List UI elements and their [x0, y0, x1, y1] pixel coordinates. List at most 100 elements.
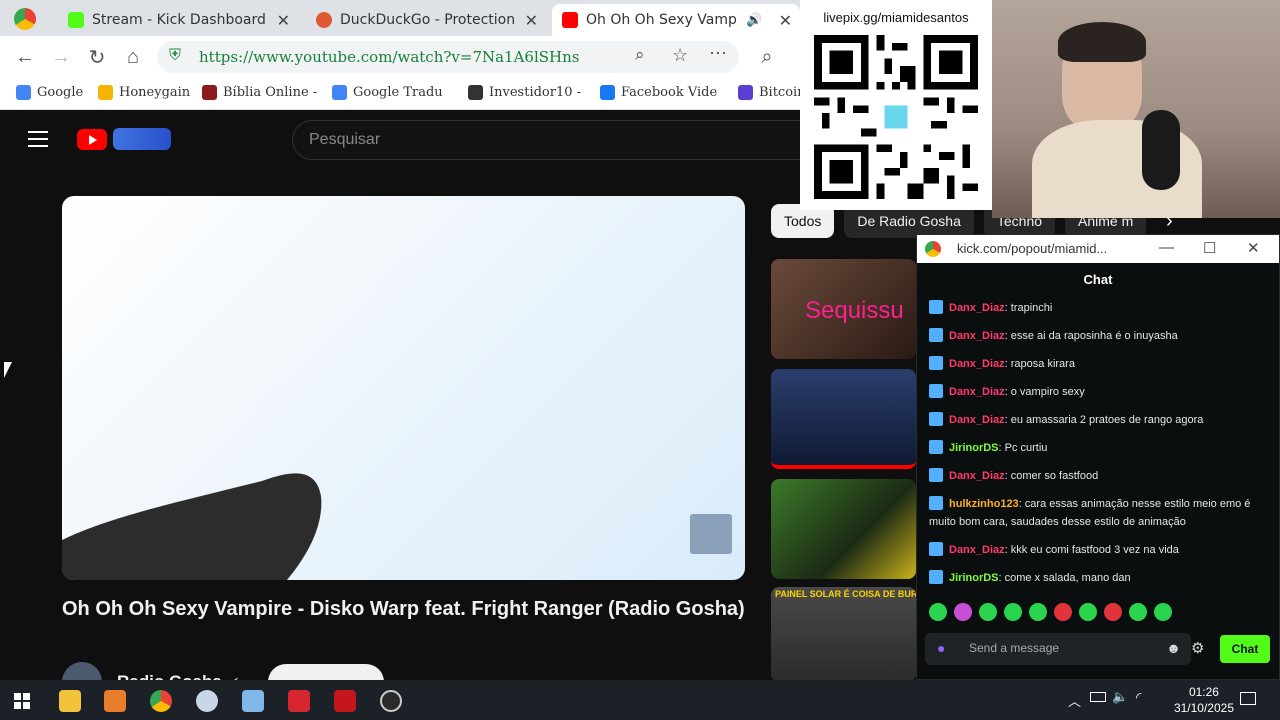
chat-username[interactable]: JirinorDS: [949, 442, 999, 454]
volume-icon[interactable]: 🔈: [1112, 689, 1128, 705]
zoom-icon[interactable]: ⌕: [635, 45, 645, 65]
chat-text: : kkk eu comi fastfood 3 vez na vida: [1004, 544, 1179, 556]
close-icon[interactable]: ✕: [269, 11, 298, 30]
address-bar[interactable]: ⛨ https://www.youtube.com/watch?v=7Na1A6…: [157, 41, 739, 73]
chat-message-input[interactable]: ● Send a message ☻: [925, 633, 1191, 665]
search-icon[interactable]: ⌕: [754, 44, 780, 70]
home-icon[interactable]: ⌂: [120, 44, 146, 70]
star-icon[interactable]: ☆: [672, 45, 688, 66]
emote-icon[interactable]: [1004, 603, 1022, 621]
bookmark-facebook[interactable]: Facebook Vide: [600, 85, 717, 100]
chat-username[interactable]: Danx_Diaz: [949, 330, 1005, 342]
chat-username[interactable]: Danx_Diaz: [949, 544, 1005, 556]
chat-username[interactable]: Danx_Diaz: [949, 470, 1005, 482]
browser-logo-icon[interactable]: [14, 8, 36, 30]
thumbnail-1[interactable]: Sequissu: [771, 259, 916, 359]
minimize-icon[interactable]: —: [1159, 239, 1174, 256]
close-icon[interactable]: ✕: [771, 11, 800, 30]
emote-icon[interactable]: [929, 603, 947, 621]
maximize-icon[interactable]: ☐: [1203, 239, 1216, 257]
chat-username[interactable]: Danx_Diaz: [949, 358, 1005, 370]
close-icon[interactable]: ✕: [1247, 239, 1260, 257]
bookmark-honeygain[interactable]: Honeygain: [98, 85, 190, 100]
chat-username[interactable]: JirinorDS: [949, 572, 999, 584]
emote-icon[interactable]: [1104, 603, 1122, 621]
chat-username[interactable]: Danx_Diaz: [949, 386, 1005, 398]
video-player[interactable]: [62, 196, 745, 580]
bookmark-label: Bíblia Online -: [223, 85, 318, 100]
subscriber-badge-icon: [929, 440, 943, 454]
translate-icon: [332, 85, 347, 100]
bookmark-investidor10[interactable]: Investidor10 -: [468, 85, 581, 100]
bookmark-google-tradutor[interactable]: Google Tradu: [332, 85, 443, 100]
emote-icon[interactable]: [954, 603, 972, 621]
emote-icon[interactable]: [1054, 603, 1072, 621]
subscriber-badge-icon: [929, 542, 943, 556]
obs-icon[interactable]: [380, 690, 402, 712]
settings-gear-icon[interactable]: ⚙: [1191, 639, 1204, 657]
speaker-icon[interactable]: 🔊: [738, 13, 770, 28]
back-icon[interactable]: ←: [12, 44, 38, 70]
emote-icon[interactable]: [1029, 603, 1047, 621]
bookmark-label: Facebook Vide: [621, 85, 718, 100]
chat-message: JirinorDS: come x salada, mano dan: [929, 569, 1269, 587]
menu-dots-icon[interactable]: ⋯: [709, 43, 727, 64]
youtube-header: Pesquisar: [0, 110, 812, 170]
tab-youtube[interactable]: Oh Oh Oh Sexy Vampir 🔊 ✕: [552, 4, 800, 36]
notepad-icon[interactable]: [242, 690, 264, 712]
emote-icon[interactable]: [1129, 603, 1147, 621]
thumbnail-3[interactable]: [771, 479, 916, 579]
browser-toolbar: ← → ↻ ⌂ ⛨ https://www.youtube.com/watch?…: [0, 36, 800, 78]
subscriber-badge-icon: [929, 356, 943, 370]
bookmarks-bar: Google Honeygain Bíblia Online - Google …: [0, 78, 806, 110]
thumbnail-4[interactable]: PAINEL SOLAR É COISA DE BURGUES: [771, 587, 916, 682]
microphone-icon[interactable]: ●: [937, 640, 945, 656]
chat-username[interactable]: hulkzinho123: [949, 498, 1019, 510]
flash-icon[interactable]: [334, 690, 356, 712]
tab-kick-dashboard[interactable]: Stream - Kick Dashboard ✕: [58, 4, 298, 36]
tab-duckduckgo[interactable]: DuckDuckGo - Protection ✕: [306, 4, 546, 36]
doodle-logo-icon[interactable]: [113, 128, 171, 150]
chrome-taskbar-icon[interactable]: [150, 690, 172, 712]
chat-username[interactable]: Danx_Diaz: [949, 302, 1005, 314]
bookmark-google[interactable]: Google: [16, 85, 83, 100]
windows-start-icon[interactable]: [14, 693, 30, 709]
taskbar-clock[interactable]: 01:26 31/10/2025: [1174, 684, 1234, 716]
notifications-icon[interactable]: [1240, 692, 1256, 705]
emote-icon[interactable]: [1154, 603, 1172, 621]
bookmark-bitcoin[interactable]: Bitcoin: [738, 85, 806, 100]
calculator-icon[interactable]: [288, 690, 310, 712]
youtube-logo-icon[interactable]: [77, 129, 107, 150]
chat-username[interactable]: Danx_Diaz: [949, 414, 1005, 426]
channel-watermark-icon[interactable]: [690, 514, 732, 554]
tray-chevron-icon[interactable]: ︿: [1068, 691, 1081, 710]
emote-icon[interactable]: [979, 603, 997, 621]
hamburger-menu-icon[interactable]: [28, 131, 48, 147]
chat-window-titlebar[interactable]: kick.com/popout/miamid... — ☐ ✕: [917, 235, 1279, 263]
video-frame-shape: [62, 473, 322, 580]
chat-text: : come x salada, mano dan: [998, 572, 1131, 584]
paint-icon[interactable]: [196, 690, 218, 712]
thumbnail-2[interactable]: [771, 369, 916, 469]
emote-icon[interactable]: [1079, 603, 1097, 621]
chat-message: Danx_Diaz: esse ai da raposinha é o inuy…: [929, 327, 1269, 345]
chat-send-button[interactable]: Chat: [1220, 635, 1270, 663]
chat-text: : raposa kirara: [1004, 358, 1075, 370]
reload-icon[interactable]: ↻: [84, 44, 110, 70]
emoji-icon[interactable]: ☻: [1166, 640, 1181, 656]
forward-icon[interactable]: →: [48, 44, 74, 70]
file-explorer-icon[interactable]: [59, 690, 81, 712]
bookmark-biblia[interactable]: Bíblia Online -: [202, 85, 317, 100]
facebook-icon: [600, 85, 615, 100]
tab-title: DuckDuckGo - Protection: [340, 12, 516, 28]
chat-text: : comer so fastfood: [1004, 470, 1099, 482]
search-input[interactable]: Pesquisar: [292, 120, 812, 160]
chat-message: hulkzinho123: cara essas animação nesse …: [929, 495, 1269, 531]
qr-code-icon: [814, 35, 978, 199]
subscriber-badge-icon: [929, 570, 943, 584]
subscriber-badge-icon: [929, 412, 943, 426]
close-icon[interactable]: ✕: [517, 11, 546, 30]
media-player-icon[interactable]: [104, 690, 126, 712]
wifi-icon[interactable]: ◜: [1136, 689, 1141, 706]
battery-icon[interactable]: [1090, 692, 1106, 702]
